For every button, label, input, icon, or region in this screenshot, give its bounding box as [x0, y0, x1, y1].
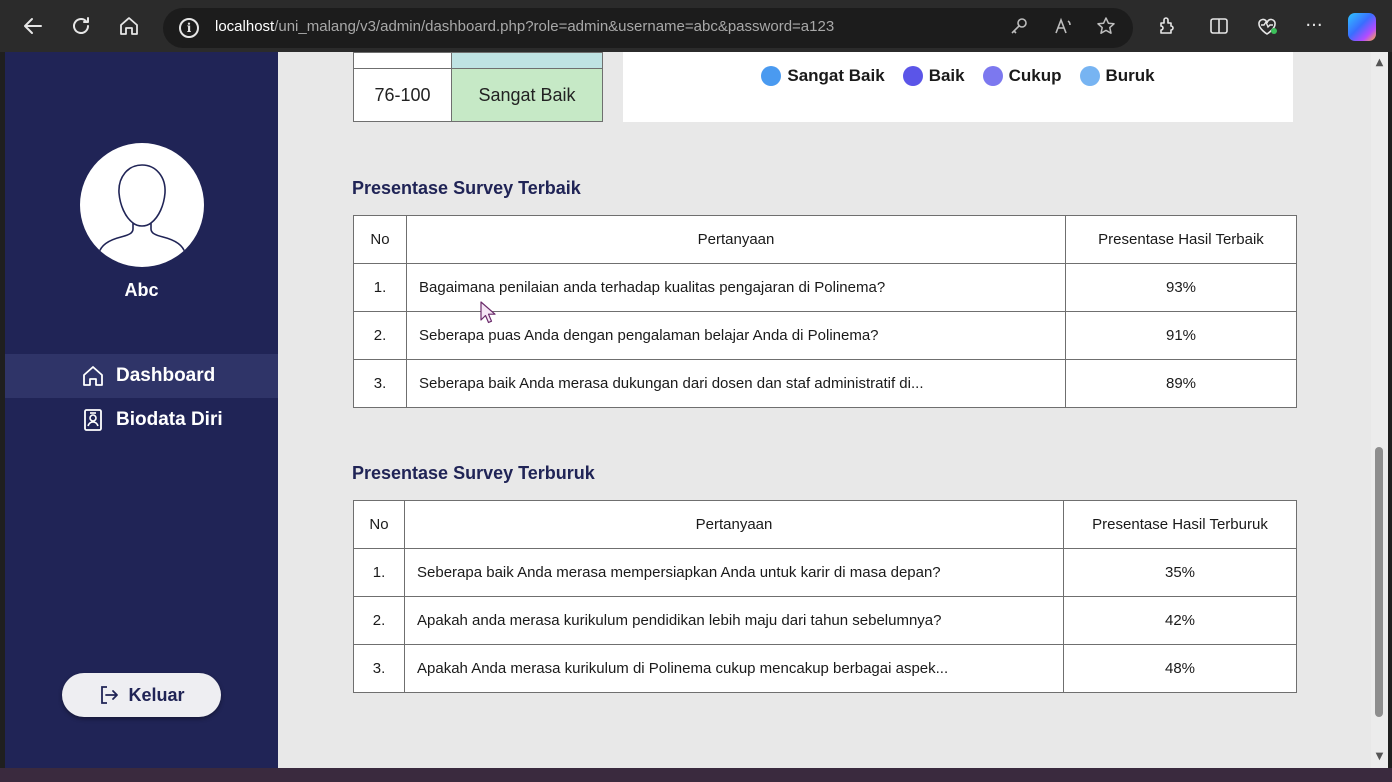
- sidebar-item-label: Dashboard: [116, 365, 216, 386]
- row-number: 1.: [353, 548, 405, 597]
- column-header-question: Pertanyaan: [404, 500, 1064, 549]
- sidebar: Abc Dashboard Biodata Diri Keluar: [5, 52, 278, 768]
- legend-label: Sangat Baik: [787, 66, 885, 85]
- column-header-question: Pertanyaan: [406, 215, 1066, 264]
- split-screen-icon[interactable]: [1206, 13, 1232, 39]
- table-row: 1. Seberapa baik Anda merasa mempersiapk…: [353, 548, 1297, 597]
- range-value: 76-100: [353, 68, 452, 122]
- id-badge-icon: [84, 409, 102, 431]
- row-percent: 48%: [1063, 644, 1297, 693]
- address-bar[interactable]: i localhost/uni_malang/v3/admin/dashboar…: [163, 8, 1133, 48]
- legend-item-buruk[interactable]: Buruk: [1079, 66, 1155, 86]
- browser-toolbar: i localhost/uni_malang/v3/admin/dashboar…: [0, 0, 1392, 52]
- row-question: Seberapa baik Anda merasa mempersiapkan …: [404, 548, 1064, 597]
- range-label: Sangat Baik: [451, 68, 603, 122]
- user-silhouette-icon: [98, 164, 186, 254]
- legend-dot: [902, 66, 923, 86]
- home-browser-icon[interactable]: [115, 12, 143, 40]
- logout-icon: [101, 686, 119, 704]
- browser-essentials-icon[interactable]: [1254, 13, 1280, 39]
- row-percent: 89%: [1065, 359, 1297, 408]
- logout-label: Keluar: [128, 684, 185, 705]
- row-question: Bagaimana penilaian anda terhadap kualit…: [406, 263, 1066, 312]
- score-range-table: 76-100 Sangat Baik: [353, 52, 603, 122]
- range-cell-upper: [451, 52, 603, 69]
- row-question: Apakah Anda merasa kurikulum di Polinema…: [404, 644, 1064, 693]
- worst-survey-title: Presentase Survey Terburuk: [352, 463, 595, 483]
- avatar: [80, 143, 204, 267]
- scroll-down-icon[interactable]: ▼: [1372, 750, 1387, 764]
- legend-label: Baik: [928, 66, 965, 85]
- row-question: Seberapa puas Anda dengan pengalaman bel…: [406, 311, 1066, 360]
- legend-label: Cukup: [1008, 66, 1062, 85]
- page-viewport: Abc Dashboard Biodata Diri Keluar 76-100…: [5, 52, 1388, 768]
- table-row: 76-100 Sangat Baik: [353, 68, 603, 122]
- table-row: 3. Apakah Anda merasa kurikulum di Polin…: [353, 644, 1297, 693]
- read-aloud-icon[interactable]: [1051, 16, 1075, 40]
- row-number: 3.: [353, 359, 407, 408]
- row-question: Apakah anda merasa kurikulum pendidikan …: [404, 596, 1064, 645]
- legend-item-sangat-baik[interactable]: Sangat Baik: [761, 66, 885, 86]
- row-number: 1.: [353, 263, 407, 312]
- home-icon: [83, 366, 103, 386]
- chart-legend: Sangat Baik Baik Cukup Buruk: [623, 66, 1293, 86]
- sidebar-item-dashboard[interactable]: Dashboard: [5, 354, 278, 398]
- row-question: Seberapa baik Anda merasa dukungan dari …: [406, 359, 1066, 408]
- range-cell-blank: [353, 52, 452, 69]
- legend-dot: [982, 66, 1003, 86]
- table-row: [353, 52, 603, 69]
- row-number: 2.: [353, 311, 407, 360]
- sidebar-item-biodata[interactable]: Biodata Diri: [5, 398, 278, 442]
- legend-item-cukup[interactable]: Cukup: [982, 66, 1062, 86]
- legend-dot: [1079, 66, 1100, 86]
- info-icon[interactable]: i: [179, 18, 199, 38]
- copilot-icon[interactable]: [1348, 13, 1376, 41]
- legend-item-baik[interactable]: Baik: [902, 66, 965, 86]
- row-percent: 42%: [1063, 596, 1297, 645]
- taskbar-strip: [0, 768, 1392, 782]
- row-percent: 93%: [1065, 263, 1297, 312]
- favorite-star-icon[interactable]: [1094, 16, 1118, 40]
- more-options-icon[interactable]: ···: [1301, 13, 1327, 39]
- legend-label: Buruk: [1105, 66, 1155, 85]
- row-number: 3.: [353, 644, 405, 693]
- row-percent: 91%: [1065, 311, 1297, 360]
- row-percent: 35%: [1063, 548, 1297, 597]
- table-row: 3. Seberapa baik Anda merasa dukungan da…: [353, 359, 1297, 408]
- scroll-up-icon[interactable]: ▲: [1372, 56, 1387, 70]
- key-icon[interactable]: [1007, 16, 1031, 40]
- back-icon[interactable]: [19, 12, 47, 40]
- column-header-no: No: [353, 500, 405, 549]
- column-header-no: No: [353, 215, 407, 264]
- user-name: Abc: [124, 280, 159, 300]
- legend-dot: [761, 66, 782, 86]
- mouse-cursor-icon: [480, 301, 496, 324]
- url-text[interactable]: localhost/uni_malang/v3/admin/dashboard.…: [215, 18, 834, 35]
- sidebar-item-label: Biodata Diri: [116, 409, 223, 430]
- column-header-percent: Presentase Hasil Terbaik: [1065, 215, 1297, 264]
- best-survey-title: Presentase Survey Terbaik: [352, 178, 581, 198]
- scrollbar-thumb[interactable]: [1375, 447, 1383, 717]
- extensions-icon[interactable]: [1154, 13, 1180, 39]
- refresh-icon[interactable]: [67, 12, 95, 40]
- row-number: 2.: [353, 596, 405, 645]
- chart-card: Sangat Baik Baik Cukup Buruk: [623, 52, 1293, 122]
- table-header-row: No Pertanyaan Presentase Hasil Terburuk: [353, 500, 1297, 549]
- url-path: /uni_malang/v3/admin/dashboard.php?role=…: [274, 18, 835, 35]
- table-row: 2. Apakah anda merasa kurikulum pendidik…: [353, 596, 1297, 645]
- column-header-percent: Presentase Hasil Terburuk: [1063, 500, 1297, 549]
- table-header-row: No Pertanyaan Presentase Hasil Terbaik: [353, 215, 1297, 264]
- worst-survey-table: No Pertanyaan Presentase Hasil Terburuk …: [353, 500, 1297, 693]
- logout-button[interactable]: Keluar: [62, 673, 221, 717]
- url-host: localhost: [215, 18, 275, 35]
